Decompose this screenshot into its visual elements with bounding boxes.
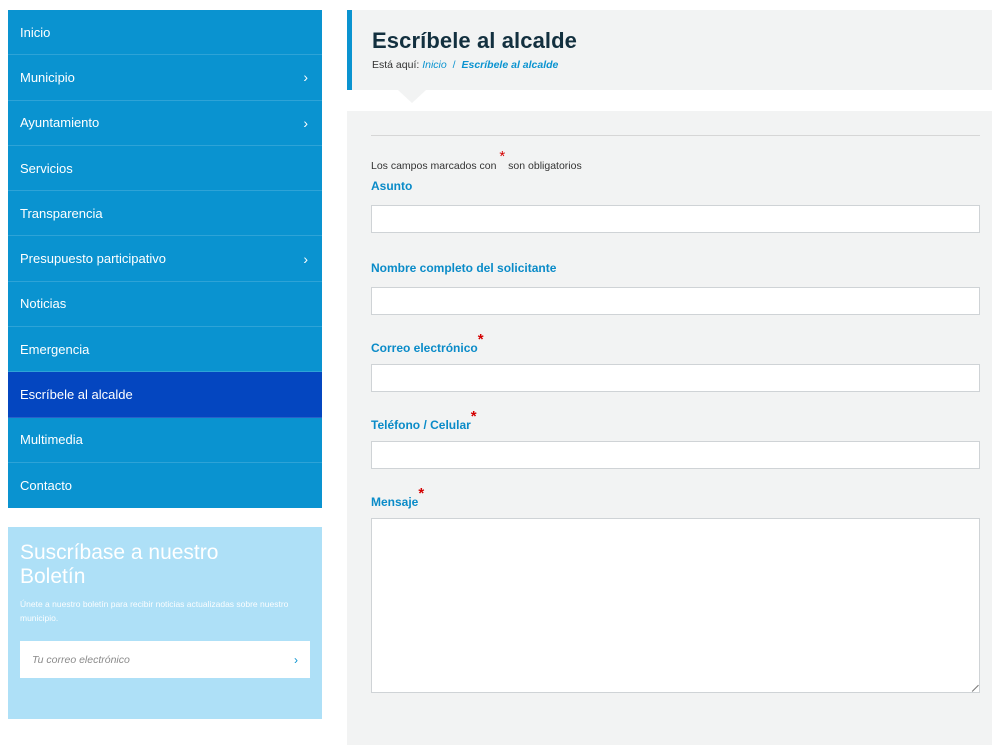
nav-item-label: Escríbele al alcalde xyxy=(20,387,133,403)
correo-input[interactable] xyxy=(371,364,980,392)
nav-item-multimedia[interactable]: Multimedia xyxy=(8,418,322,463)
breadcrumb-home-link[interactable]: Inicio xyxy=(422,59,447,71)
field-group-asunto: Asunto xyxy=(371,179,980,233)
required-note: Los campos marcados con * son obligatori… xyxy=(371,148,980,173)
nav-item-label: Transparencia xyxy=(20,205,103,221)
nav-item-transparencia[interactable]: Transparencia xyxy=(8,191,322,237)
header-pointer xyxy=(398,90,426,103)
breadcrumb-current: Escríbele al alcalde xyxy=(461,59,559,71)
newsletter-box: Suscríbase a nuestro Boletín Únete a nue… xyxy=(8,527,322,719)
chevron-right-icon: › xyxy=(303,69,308,86)
newsletter-email-input[interactable]: Tu correo electrónico › xyxy=(20,641,310,678)
mensaje-textarea[interactable] xyxy=(371,518,980,693)
page-header: Escríbele al alcalde Está aquí: Inicio /… xyxy=(347,10,992,90)
nav-item-label: Multimedia xyxy=(20,432,83,448)
required-star-icon: * xyxy=(477,331,484,348)
nav-item-label: Municipio xyxy=(20,69,75,85)
divider xyxy=(371,135,980,136)
resize-handle-icon[interactable] xyxy=(966,679,979,692)
telefono-input[interactable] xyxy=(371,441,980,469)
nav-item-servicios[interactable]: Servicios xyxy=(8,146,322,192)
required-note-text-end: son obligatorios xyxy=(508,160,582,172)
sidebar-nav: Inicio Municipio › Ayuntamiento › Servicio… xyxy=(8,10,322,509)
chevron-right-icon: › xyxy=(303,114,308,131)
telefono-label: Teléfono / Celular* xyxy=(371,408,980,433)
nav-item-escribele-alcalde[interactable]: Escríbele al alcalde xyxy=(8,372,322,418)
field-group-correo: Correo electrónico* xyxy=(371,331,980,392)
telefono-label-text: Teléfono / Celular xyxy=(371,418,471,432)
breadcrumb: Está aquí: Inicio / Escríbele al alcalde xyxy=(372,59,992,71)
newsletter-title: Suscríbase a nuestro Boletín xyxy=(20,541,219,588)
required-note-text: Los campos marcados con xyxy=(371,160,497,172)
correo-label-text: Correo electrónico xyxy=(371,341,478,355)
contact-form: Los campos marcados con * son obligatori… xyxy=(347,111,992,745)
nav-item-label: Emergencia xyxy=(20,341,90,357)
required-star-icon: * xyxy=(470,408,477,425)
chevron-right-icon: › xyxy=(303,250,308,267)
field-group-nombre: Nombre completo del solicitante xyxy=(371,261,980,315)
nav-item-contacto[interactable]: Contacto xyxy=(8,463,322,508)
nav-item-label: Contacto xyxy=(20,478,73,494)
nav-item-label: Servicios xyxy=(20,160,73,176)
breadcrumb-separator: / xyxy=(452,59,456,71)
nav-item-presupuesto[interactable]: Presupuesto participativo › xyxy=(8,236,322,282)
mensaje-label-text: Mensaje xyxy=(371,495,419,509)
field-group-telefono: Teléfono / Celular* xyxy=(371,408,980,469)
mensaje-label: Mensaje* xyxy=(371,485,980,510)
breadcrumb-prefix: Está aquí: xyxy=(372,59,420,71)
asunto-label: Asunto xyxy=(371,179,413,193)
newsletter-description: Únete a nuestro boletín para recibir not… xyxy=(20,599,289,623)
nav-item-label: Presupuesto participativo xyxy=(20,251,166,267)
nav-item-label: Noticias xyxy=(20,296,67,312)
nav-item-noticias[interactable]: Noticias xyxy=(8,282,322,328)
field-group-mensaje: Mensaje* xyxy=(371,485,980,693)
required-star-icon: * xyxy=(418,485,425,502)
nav-item-label: Inicio xyxy=(20,24,51,40)
newsletter-submit-icon[interactable]: › xyxy=(294,653,298,667)
correo-label: Correo electrónico* xyxy=(371,331,980,356)
nav-item-ayuntamiento[interactable]: Ayuntamiento › xyxy=(8,101,322,146)
page-title: Escríbele al alcalde xyxy=(372,28,578,53)
asunto-input[interactable] xyxy=(371,205,980,233)
nav-item-label: Ayuntamiento xyxy=(20,115,100,131)
nombre-input[interactable] xyxy=(371,287,980,315)
required-star-icon: * xyxy=(499,148,506,165)
newsletter-email-placeholder: Tu correo electrónico xyxy=(32,653,130,666)
nombre-label: Nombre completo del solicitante xyxy=(371,261,557,275)
nav-item-emergencia[interactable]: Emergencia xyxy=(8,327,322,373)
nav-item-inicio[interactable]: Inicio xyxy=(8,10,322,56)
nav-item-municipio[interactable]: Municipio › xyxy=(8,55,322,101)
